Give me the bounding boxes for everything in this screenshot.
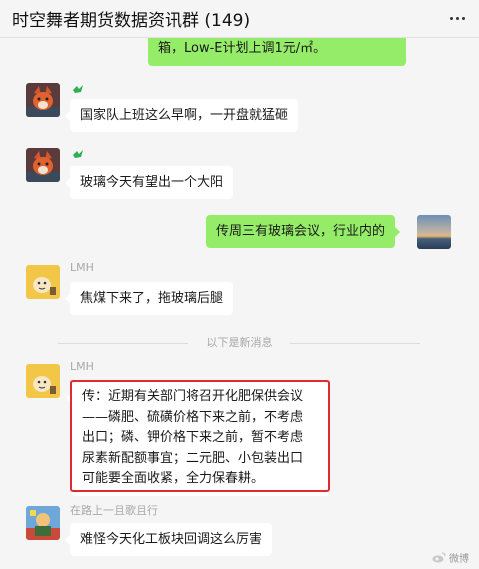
divider-line — [290, 343, 420, 344]
message-bubble[interactable]: 玻璃今天有望出一个大阳 — [64, 166, 234, 199]
nickname-badge-icon — [72, 79, 84, 93]
more-dots-icon[interactable] — [445, 8, 469, 28]
message-text: 焦煤下来了，拖玻璃后腿 — [80, 291, 224, 306]
sender-name: LMH — [70, 360, 94, 373]
cartoon-avatar[interactable] — [26, 265, 60, 299]
sender-name: LMH — [70, 261, 94, 274]
message-text: 玻璃今天有望出一个大阳 — [80, 175, 224, 190]
sunset-avatar[interactable] — [417, 215, 451, 249]
new-messages-divider: 以下是新消息 — [0, 335, 479, 351]
red-highlight-box — [70, 380, 330, 492]
watermark-text: 微博 — [449, 554, 469, 565]
sender-name: 在路上一且歌且行 — [70, 504, 158, 517]
chat-area[interactable]: 箱，Low-E计划上调1元/㎡。 国家队上班这么早啊，一开盘就猛砸 玻璃今天有望… — [0, 38, 479, 569]
message-text: 国家队上班这么早啊，一开盘就猛砸 — [80, 108, 289, 123]
message-bubble-self[interactable]: 箱，Low-E计划上调1元/㎡。 — [148, 38, 406, 66]
message-text: 传周三有玻璃会议，行业内的 — [216, 224, 386, 239]
nickname-badge-icon — [72, 144, 84, 158]
message-bubble[interactable]: 焦煤下来了，拖玻璃后腿 — [64, 282, 234, 315]
message-bubble[interactable]: 难怪今天化工板块回调这么厉害 — [64, 523, 273, 556]
message-bubble[interactable]: 国家队上班这么早啊，一开盘就猛砸 — [64, 99, 299, 132]
chat-header: 时空舞者期货数据资讯群 (149) — [0, 0, 479, 38]
message-text: 难怪今天化工板块回调这么厉害 — [80, 532, 263, 547]
message-bubble-self[interactable]: 传周三有玻璃会议，行业内的 — [206, 215, 401, 248]
cartoon-avatar[interactable] — [26, 364, 60, 398]
weibo-logo-icon — [432, 552, 446, 563]
group-title: 时空舞者期货数据资讯群 (149) — [12, 11, 251, 31]
colorful-avatar[interactable] — [26, 506, 60, 540]
message-text: 箱，Low-E计划上调1元/㎡。 — [158, 41, 327, 56]
weibo-watermark: 微博 — [432, 550, 469, 565]
fox-avatar[interactable] — [26, 83, 60, 117]
fox-avatar[interactable] — [26, 148, 60, 182]
